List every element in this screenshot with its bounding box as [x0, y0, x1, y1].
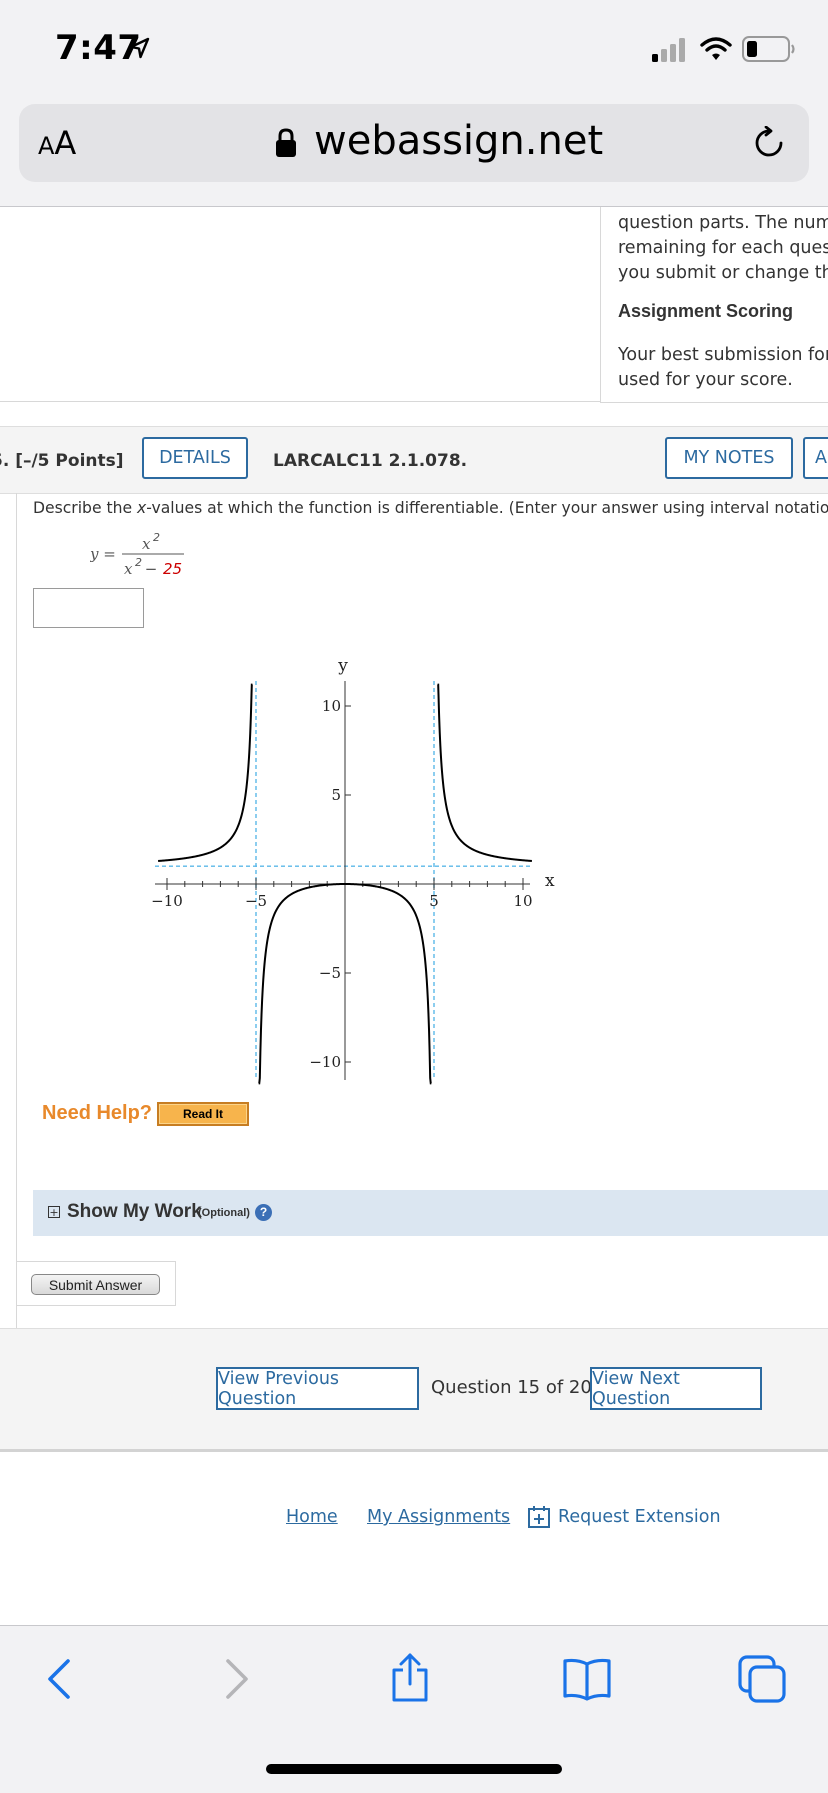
- answer-input[interactable]: [33, 588, 144, 628]
- forward-icon[interactable]: [222, 1658, 252, 1704]
- formula-numerator-exp: 2: [153, 531, 160, 544]
- show-my-work-label[interactable]: Show My Work: [67, 1201, 202, 1223]
- home-link[interactable]: Home: [286, 1507, 338, 1527]
- points-text: 5. [–/5 Points]: [0, 451, 124, 471]
- calendar-plus-icon[interactable]: [527, 1505, 551, 1533]
- signal-icon: [652, 38, 690, 66]
- function-graph: −10 −5 5 10 10 5 −5 −10 x y: [151, 656, 555, 1085]
- text-size-button[interactable]: AA: [38, 124, 76, 162]
- info-line: remaining for each questio: [618, 238, 828, 258]
- request-extension-link[interactable]: Request Extension: [558, 1507, 721, 1527]
- details-button[interactable]: DETAILS: [142, 437, 248, 479]
- x-tick-label: 10: [513, 892, 532, 910]
- x-axis-label: x: [545, 871, 555, 891]
- question-code: LARCALC11 2.1.078.: [273, 451, 468, 471]
- y-axis-label: y: [337, 656, 348, 676]
- battery-icon: [742, 36, 796, 66]
- function-formula: y = x 2 x 2 − 25: [89, 527, 200, 583]
- info-line: question parts. The numbe: [618, 213, 828, 233]
- my-notes-button[interactable]: MY NOTES: [665, 437, 793, 479]
- function-curve-3: [437, 683, 532, 862]
- scoring-line: used for your score.: [618, 370, 793, 390]
- prompt-suffix: -values at which the function is differe…: [146, 499, 828, 517]
- question-counter: Question 15 of 20: [431, 1377, 592, 1398]
- x-tick-label: 5: [429, 892, 439, 910]
- view-previous-question-button[interactable]: View Previous Question: [216, 1367, 419, 1410]
- question-prompt: Describe the x-values at which the funct…: [33, 499, 828, 517]
- text-size-large-a: A: [54, 124, 77, 162]
- url-text[interactable]: webassign.net: [314, 118, 603, 164]
- question-points: 5. [–/5 Points]: [0, 451, 124, 471]
- lock-icon: [275, 128, 297, 162]
- formula-lhs: y =: [90, 545, 116, 563]
- assignment-info-box: question parts. The numbe remaining for …: [600, 207, 828, 403]
- y-tick-label: −10: [309, 1053, 341, 1071]
- y-tick-label: 10: [322, 697, 341, 715]
- read-it-button[interactable]: Read It: [157, 1102, 249, 1126]
- info-line: you submit or change the a: [618, 263, 828, 283]
- help-icon[interactable]: ?: [255, 1204, 272, 1221]
- scoring-text: Your best submission for e used for your…: [618, 343, 828, 393]
- info-text: question parts. The numbe remaining for …: [618, 211, 828, 286]
- my-assignments-link[interactable]: My Assignments: [367, 1507, 510, 1527]
- bookmarks-icon[interactable]: [562, 1656, 612, 1706]
- formula-constant: 25: [163, 560, 182, 578]
- ask-teacher-button[interactable]: A: [803, 437, 828, 479]
- x-tick-label: −5: [245, 892, 267, 910]
- y-tick-label: 5: [331, 786, 341, 804]
- tabs-icon[interactable]: [738, 1655, 788, 1707]
- submit-answer-button[interactable]: Submit Answer: [31, 1274, 160, 1295]
- formula-denominator: x: [124, 560, 133, 578]
- need-help-label: Need Help?: [42, 1102, 153, 1124]
- function-curve-1: [158, 683, 253, 862]
- formula-minus: −: [140, 560, 162, 578]
- y-tick-label: −5: [319, 964, 341, 982]
- divider: [0, 401, 600, 402]
- formula-numerator: x: [142, 535, 151, 553]
- reload-icon[interactable]: [752, 125, 786, 164]
- scoring-line: Your best submission for e: [618, 345, 828, 365]
- scoring-heading: Assignment Scoring: [618, 301, 794, 321]
- navigation-arrow-icon: [128, 36, 152, 64]
- prompt-prefix: Describe the: [33, 499, 138, 517]
- text-size-small-a: A: [38, 132, 55, 160]
- x-tick-label: −10: [151, 892, 183, 910]
- expand-icon[interactable]: +: [48, 1206, 60, 1218]
- share-icon[interactable]: [388, 1652, 432, 1708]
- optional-label: (Optional): [198, 1207, 250, 1219]
- home-indicator: [266, 1764, 562, 1774]
- back-icon[interactable]: [44, 1658, 74, 1704]
- view-next-question-button[interactable]: View Next Question: [590, 1367, 762, 1410]
- wifi-icon: [700, 36, 732, 66]
- prompt-variable: x: [137, 499, 147, 517]
